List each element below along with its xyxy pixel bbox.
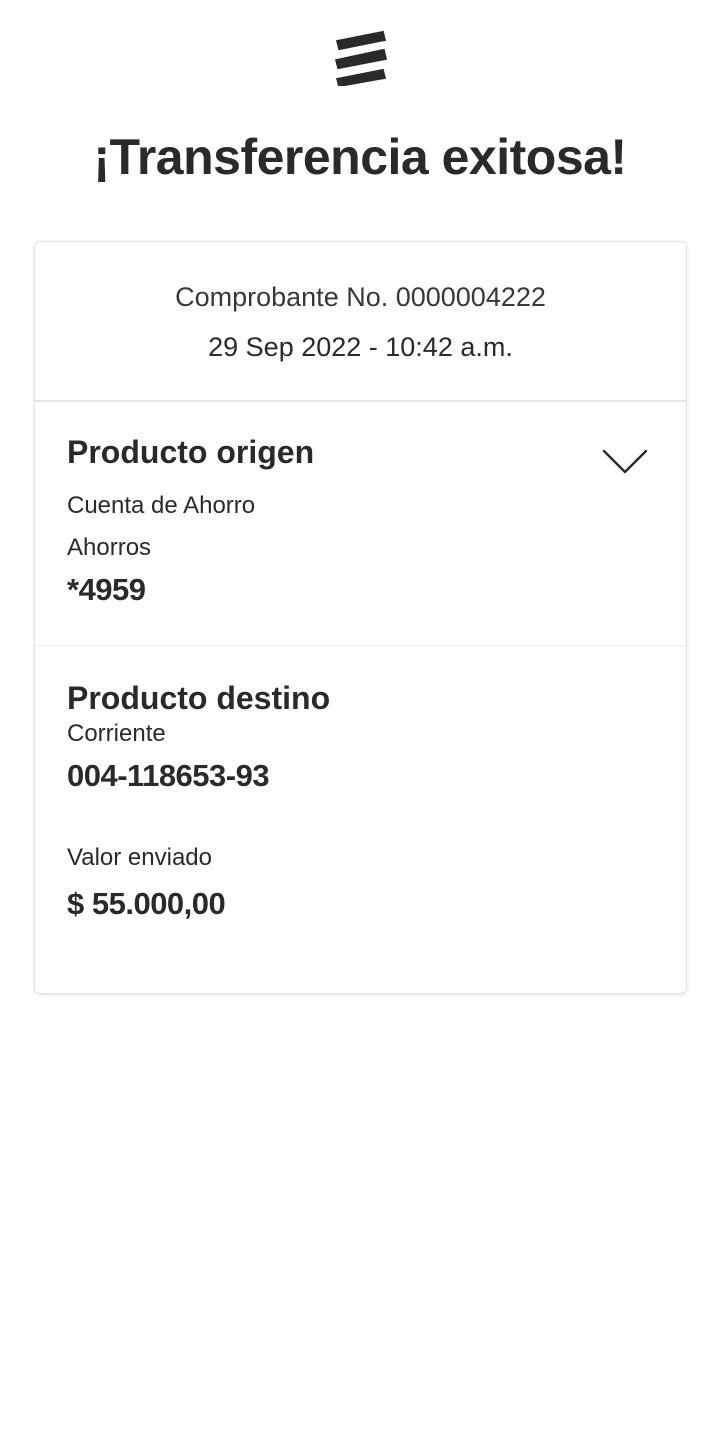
destination-product-section: Producto destino Corriente 004-118653-93… xyxy=(35,646,686,924)
page-title: ¡Transferencia exitosa! xyxy=(93,129,627,185)
destination-account-number: 004-118653-93 xyxy=(67,758,270,793)
destination-account-type: Corriente xyxy=(67,720,166,747)
origin-account-subtype: Ahorros xyxy=(67,534,152,561)
receipt-datetime: 29 Sep 2022 - 10:42 a.m. xyxy=(208,332,513,362)
receipt-number: Comprobante No. 0000004222 xyxy=(175,282,546,312)
bank-logo-icon xyxy=(334,30,388,86)
origin-account-type: Cuenta de Ahorro xyxy=(67,492,256,519)
origin-title: Producto origen xyxy=(67,434,315,470)
destination-title: Producto destino xyxy=(67,680,331,716)
amount-label: Valor enviado xyxy=(67,844,212,871)
transfer-receipt-card: Comprobante No. 0000004222 29 Sep 2022 -… xyxy=(34,241,687,994)
amount-value: $ 55.000,00 xyxy=(67,886,226,921)
origin-product-section[interactable]: Producto origen Cuenta de Ahorro Ahorros… xyxy=(35,402,686,646)
origin-account-number: *4959 xyxy=(67,572,146,607)
chevron-down-icon[interactable] xyxy=(602,448,648,476)
receipt-header: Comprobante No. 0000004222 29 Sep 2022 -… xyxy=(35,242,686,402)
